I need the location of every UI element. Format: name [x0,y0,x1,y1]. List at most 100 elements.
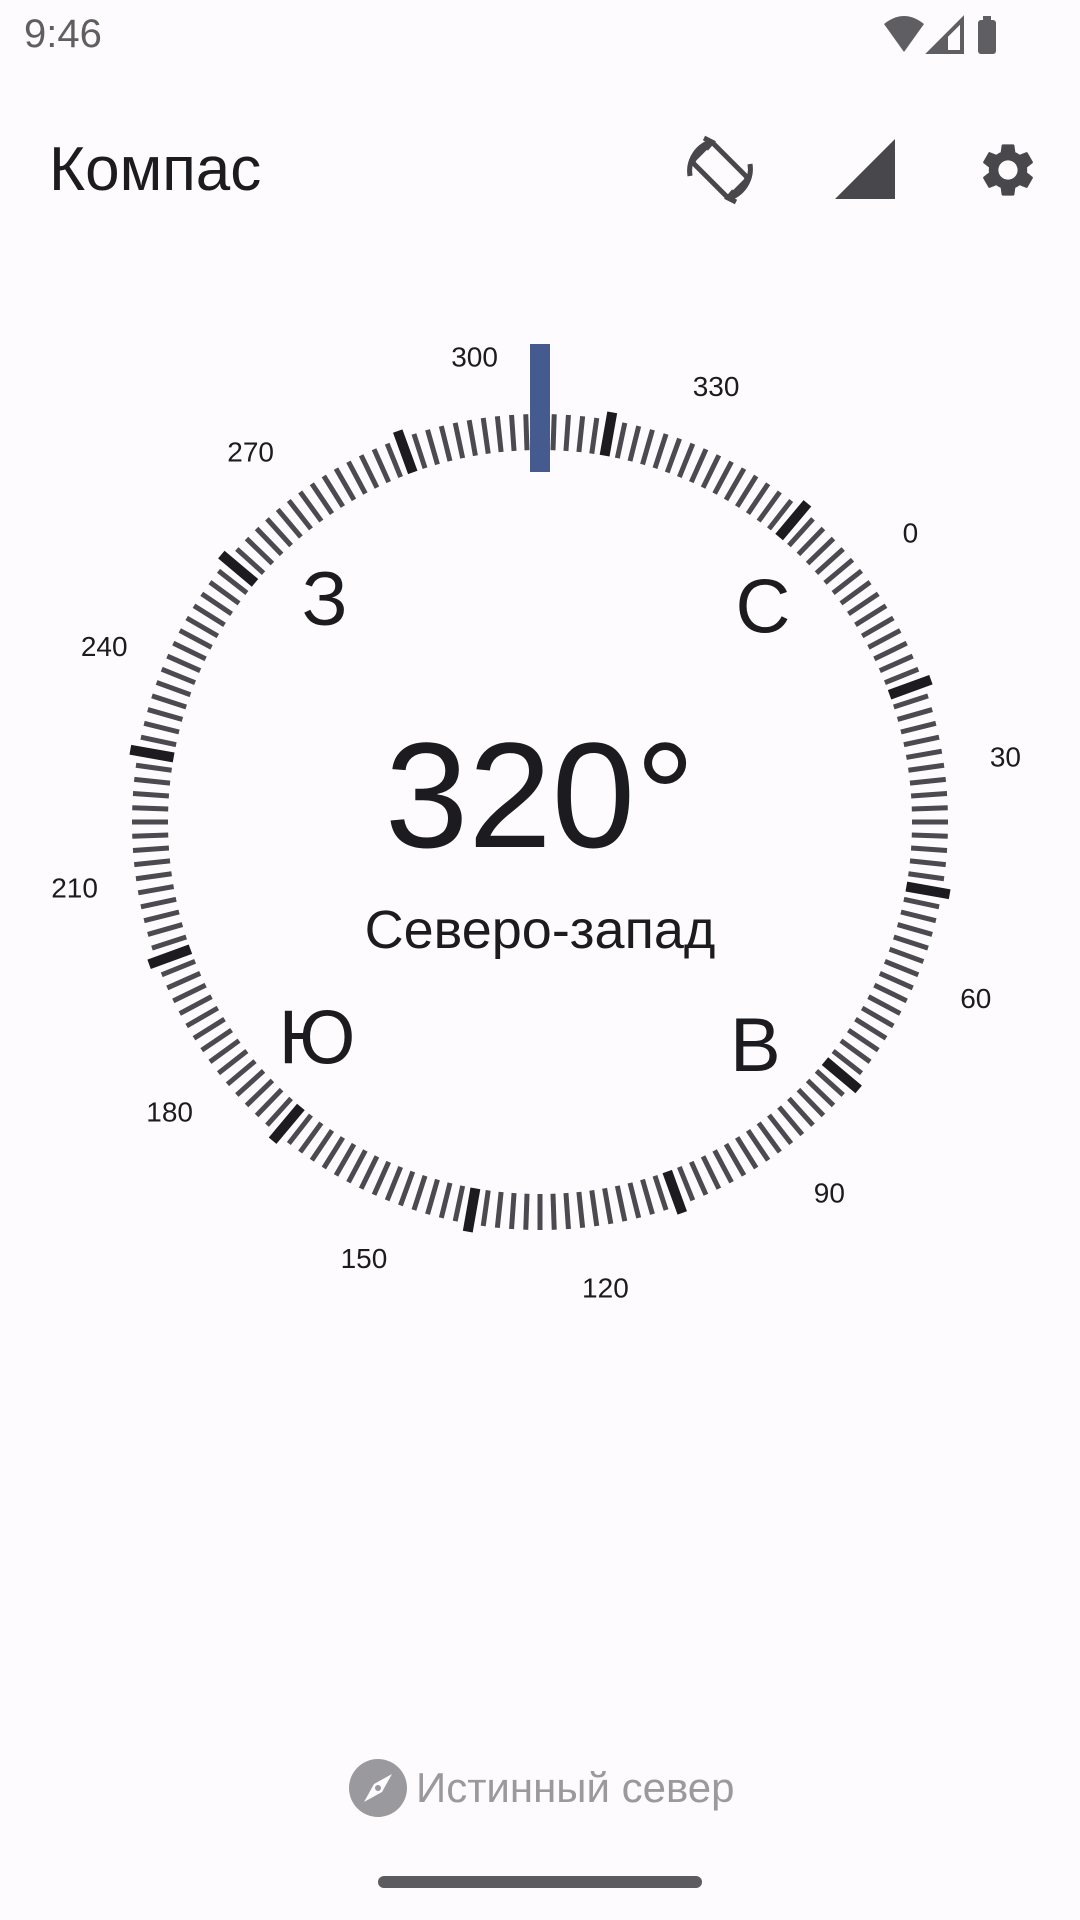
dial-minor-tick [563,1192,571,1230]
battery-icon [978,16,996,54]
dial-minor-tick [438,425,453,462]
dial-minor-tick [589,417,600,454]
status-time: 9:46 [24,12,102,56]
dial-minor-tick [160,666,197,685]
gear-icon [983,144,1033,196]
dial-minor-tick [466,419,478,457]
dial-label-90: 90 [814,1177,845,1208]
cardinal-north: С [736,565,791,650]
dial-minor-tick [627,425,642,462]
dial-minor-tick [878,971,914,991]
dial-minor-tick [358,454,380,489]
wifi-icon [884,16,924,52]
dial-minor-tick [137,884,175,896]
dial-minor-tick [893,693,929,710]
dial-minor-tick [178,628,213,650]
dial-label-270: 270 [227,437,274,468]
dial-minor-tick [346,1149,368,1184]
cell-signal-icon [925,15,964,54]
app-bar: Компас [0,100,1080,240]
dial-label-0: 0 [903,518,919,549]
dial-minor-tick [640,429,655,466]
dial-minor-tick [480,1190,491,1227]
dial-minor-tick [576,415,586,453]
dial-minor-tick [494,1191,504,1229]
gesture-navigation-bar[interactable] [378,1876,702,1888]
dial-minor-tick [689,448,709,484]
dial-minor-tick [523,1193,530,1230]
dial-minor-tick [550,1193,557,1230]
dial-label-330: 330 [693,371,740,402]
dial-minor-tick [452,422,466,459]
dial-minor-tick [652,433,669,469]
dial-minor-tick [700,454,722,489]
dial-minor-tick [563,414,571,452]
dial-major-tick [599,411,618,457]
dial-minor-tick [712,460,734,495]
screen: 9:46 Компас 0 30 60 90 120 150 180 210 2… [0,0,1080,1920]
dial-minor-tick [384,442,403,479]
dial-minor-tick [602,1187,614,1225]
dial-major-tick [905,881,951,900]
dial-label-240: 240 [81,631,128,662]
dial-minor-tick [151,693,187,710]
dial-minor-tick [480,417,491,454]
dial-minor-tick [523,414,530,451]
dial-minor-tick [664,437,682,474]
status-icons [884,15,996,54]
cardinal-west: З [302,557,348,642]
dial-minor-tick [135,871,172,882]
dial-minor-tick [677,442,696,479]
dial-minor-tick [589,1190,600,1227]
dial-minor-tick [883,959,920,978]
dial-minor-tick [452,1185,466,1222]
dial-minor-tick [166,971,202,991]
dial-label-180: 180 [146,1096,193,1127]
dial-minor-tick [178,994,213,1016]
signal-accuracy-button[interactable] [818,122,914,218]
dial-minor-tick [614,1185,628,1222]
dial-minor-tick [166,653,202,673]
dial-minor-tick [627,1182,642,1219]
dial-minor-tick [411,1175,428,1211]
screen-rotation-button[interactable] [672,122,768,218]
dial-minor-tick [172,982,207,1004]
dial-label-210: 210 [51,872,98,903]
dial-minor-tick [147,707,184,722]
heading-degrees: 320° [384,711,696,879]
dial-minor-tick [677,1165,696,1202]
dial-label-60: 60 [960,983,991,1014]
dial-minor-tick [371,448,391,484]
dial-minor-tick [438,1182,453,1219]
dial-minor-tick [398,1170,416,1207]
dial-minor-tick [883,666,920,685]
dial-minor-tick [873,640,908,662]
dial-minor-tick [576,1191,586,1229]
dial-major-tick [662,1169,687,1215]
cardinal-south: Ю [279,995,356,1080]
dial-minor-tick [614,422,628,459]
dial-minor-tick [652,1175,669,1211]
dial-minor-tick [384,1165,403,1202]
status-bar: 9:46 [0,0,1080,76]
cell-signal-icon [835,139,895,199]
dial-minor-tick [908,871,945,882]
dial-major-tick [887,675,933,700]
dial-minor-tick [509,414,517,452]
dial-minor-tick [509,1192,517,1230]
dial-minor-tick [155,680,192,698]
dial-major-tick [462,1187,481,1233]
cardinal-east: В [730,1003,781,1088]
dial-label-150: 150 [341,1243,388,1274]
dial-label-120: 120 [582,1272,629,1303]
dial-minor-tick [867,994,902,1016]
dial-minor-tick [160,959,197,978]
dial-minor-tick [896,707,933,722]
dial-minor-tick [867,628,902,650]
dial-minor-tick [689,1160,709,1196]
dial-minor-tick [550,414,557,451]
settings-button[interactable] [960,122,1056,218]
true-north-toggle[interactable]: Истинный север [348,1752,735,1824]
dial-minor-tick [873,982,908,1004]
dial-minor-tick [358,1155,380,1190]
